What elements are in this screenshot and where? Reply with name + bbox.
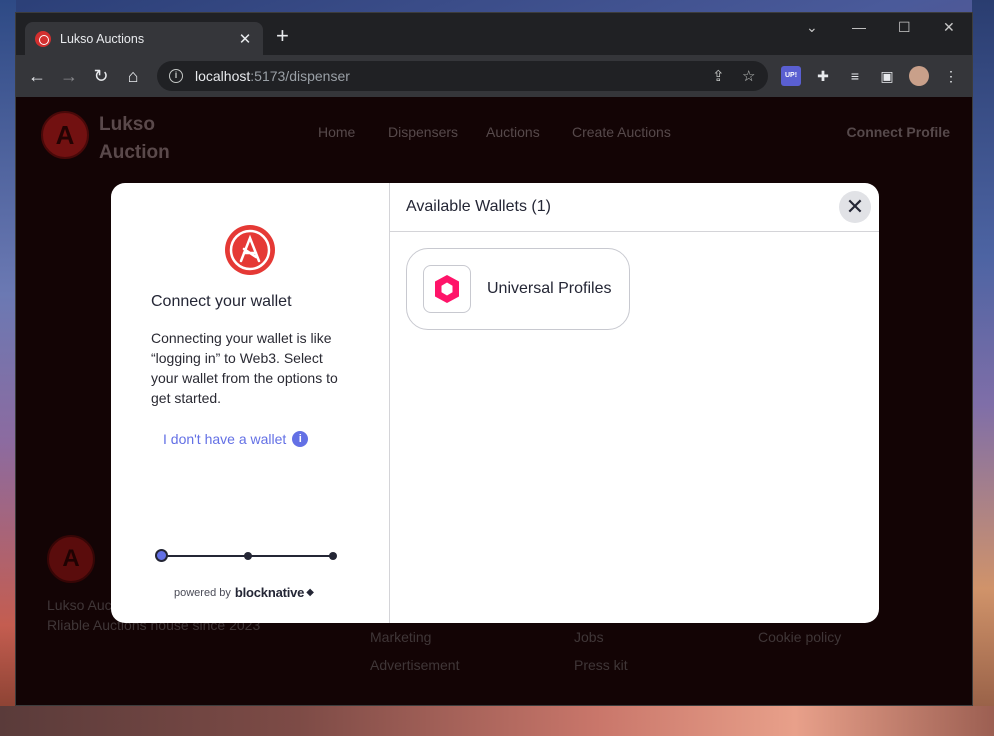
powered-by-label: powered by xyxy=(174,586,231,599)
wallet-list-panel: Available Wallets (1) ✕ Universal Profil… xyxy=(390,183,879,623)
profile-avatar[interactable] xyxy=(909,66,929,86)
desktop-wallpaper-right xyxy=(972,0,994,736)
progress-step-3 xyxy=(329,552,337,560)
site-info-icon[interactable]: i xyxy=(169,69,183,83)
info-icon[interactable]: i xyxy=(292,431,309,447)
close-modal-button[interactable]: ✕ xyxy=(839,191,871,223)
back-icon[interactable]: ← xyxy=(26,65,48,87)
browser-tab[interactable]: Lukso Auctions ✕ xyxy=(25,22,263,55)
wallet-list-header: Available Wallets (1) xyxy=(390,183,879,232)
tab-bar: Lukso Auctions ✕ + ⌄ — ☐ ✕ xyxy=(16,13,972,55)
favicon-icon xyxy=(35,30,51,47)
available-wallets-title: Available Wallets (1) xyxy=(406,198,551,215)
progress-step-2 xyxy=(244,552,252,560)
share-icon[interactable]: ⇪ xyxy=(712,67,725,85)
tab-title: Lukso Auctions xyxy=(60,31,145,46)
browser-toolbar: ← → ↻ ⌂ i localhost:5173/dispenser ⇪ ☆ U… xyxy=(16,55,972,97)
wallet-label: Universal Profiles xyxy=(487,280,612,297)
forward-icon[interactable]: → xyxy=(58,65,80,87)
close-window-icon[interactable]: ✕ xyxy=(943,19,955,36)
side-panel-icon[interactable]: ▣ xyxy=(877,66,897,86)
modal-sidebar: Connect your wallet Connecting your wall… xyxy=(111,183,390,623)
progress-step-1 xyxy=(155,549,168,562)
powered-by: powered by blocknative ◆ xyxy=(174,585,314,600)
app-logo-icon xyxy=(225,225,275,275)
tab-search-icon[interactable]: ⌄ xyxy=(806,19,818,36)
maximize-icon[interactable]: ☐ xyxy=(898,19,911,36)
blocknative-brand: blocknative xyxy=(234,585,305,600)
media-control-icon[interactable]: ≡ xyxy=(845,66,865,86)
desktop-wallpaper-left xyxy=(0,0,16,736)
blocknative-logo-icon: ◆ xyxy=(306,587,314,598)
up-extension-icon[interactable]: UP! xyxy=(781,66,801,86)
new-tab-button[interactable]: + xyxy=(276,25,289,47)
menu-kebab-icon[interactable]: ⋮ xyxy=(941,66,961,86)
reload-icon[interactable]: ↻ xyxy=(90,65,112,87)
bookmark-star-icon[interactable]: ☆ xyxy=(742,67,755,85)
universal-profiles-icon xyxy=(423,265,471,313)
no-wallet-label[interactable]: I don't have a wallet xyxy=(163,431,286,447)
modal-heading: Connect your wallet xyxy=(151,293,292,310)
home-icon[interactable]: ⌂ xyxy=(122,65,144,87)
connection-progress xyxy=(155,549,337,563)
desktop-wallpaper-bottom xyxy=(0,706,994,736)
url-text: localhost:5173/dispenser xyxy=(195,68,350,84)
minimize-icon[interactable]: — xyxy=(852,19,866,35)
extensions-puzzle-icon[interactable]: ✚ xyxy=(813,66,833,86)
no-wallet-link[interactable]: I don't have a wallet i xyxy=(163,431,309,447)
tab-close-icon[interactable]: ✕ xyxy=(237,30,253,48)
browser-window: Lukso Auctions ✕ + ⌄ — ☐ ✕ ← → ↻ ⌂ i loc… xyxy=(15,12,973,706)
modal-description: Connecting your wallet is like “logging … xyxy=(151,330,338,406)
connect-wallet-modal: Connect your wallet Connecting your wall… xyxy=(111,183,879,623)
wallet-option-universal-profiles[interactable]: Universal Profiles xyxy=(406,248,630,330)
address-bar[interactable]: i localhost:5173/dispenser ⇪ ☆ xyxy=(157,61,768,91)
